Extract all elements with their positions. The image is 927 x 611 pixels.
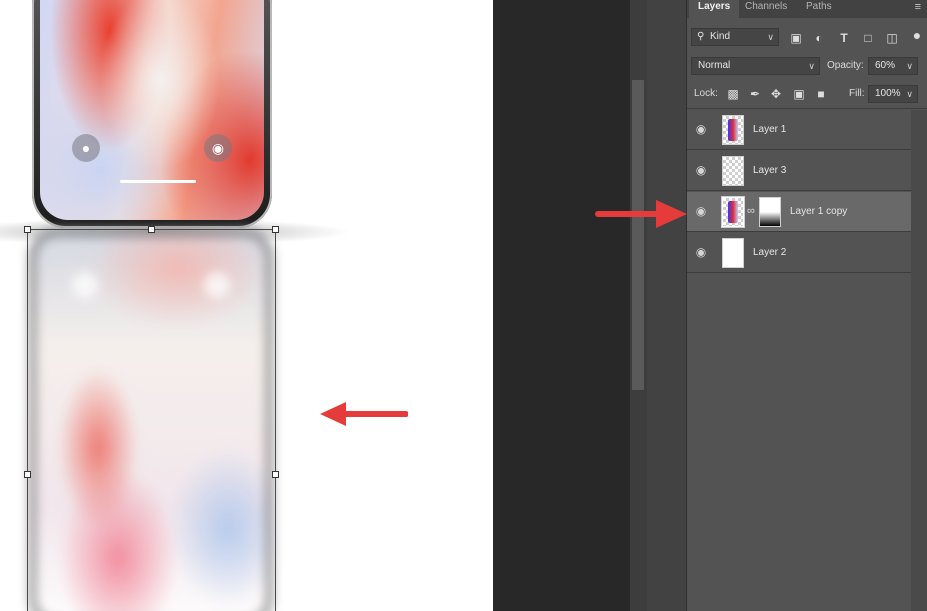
workspace-background <box>493 0 630 611</box>
opacity-label: Opacity: <box>827 60 864 71</box>
canvas-scrollbar-thumb[interactable] <box>632 80 644 390</box>
eye-icon[interactable]: ◉ <box>694 245 708 259</box>
tab-paths[interactable]: Paths <box>797 0 841 18</box>
phone-screen: ● ◉ <box>40 0 264 220</box>
layer-thumbnail <box>721 196 745 228</box>
filter-kind-label: Kind <box>710 31 731 42</box>
adjustment-filter-icon[interactable]: ◐ <box>811 31 827 45</box>
lock-all-icon[interactable]: ■ <box>813 87 829 101</box>
layer-name[interactable]: Layer 1 copy <box>790 204 847 220</box>
eye-icon[interactable]: ◉ <box>694 204 708 218</box>
divider <box>687 108 927 109</box>
fill-label: Fill: <box>849 88 865 99</box>
lock-artboard-icon[interactable]: ▣ <box>791 87 807 101</box>
eye-icon[interactable]: ◉ <box>694 163 708 177</box>
type-filter-icon[interactable]: T <box>836 31 852 45</box>
search-icon: ⚲ <box>697 31 705 42</box>
lock-position-icon[interactable]: ✥ <box>768 87 784 101</box>
layer-row-layer-1-copy[interactable]: ◉ ∞ Layer 1 copy <box>687 192 911 232</box>
transform-handle-top-right[interactable] <box>272 226 279 233</box>
smart-object-filter-icon[interactable]: ◫ <box>884 31 900 45</box>
layer-name[interactable]: Layer 3 <box>753 163 786 179</box>
document-canvas[interactable]: ● ◉ <box>0 0 493 611</box>
chevron-down-icon: ∨ <box>906 61 913 71</box>
panel-tabs: Layers Channels Paths ≡ <box>687 0 927 18</box>
layer-thumbnail <box>722 156 744 186</box>
shape-filter-icon[interactable]: □ <box>860 31 876 45</box>
blend-row: Normal ∨ Opacity: 60% ∨ <box>687 57 927 77</box>
blend-mode-select[interactable]: Normal ∨ <box>691 57 820 75</box>
transform-handle-top-center[interactable] <box>148 226 155 233</box>
layer-name[interactable]: Layer 1 <box>753 122 786 138</box>
chevron-down-icon: ∨ <box>767 32 774 42</box>
hamburger-menu-icon[interactable]: ≡ <box>915 1 921 13</box>
phone-image: ● ◉ <box>32 0 272 228</box>
filter-row: ⚲ Kind ∨ ▣ ◐ T □ ◫ ● <box>687 28 927 48</box>
opacity-value: 60% <box>875 60 896 71</box>
layer-thumbnail <box>722 238 744 268</box>
red-arrow-left-icon <box>320 402 408 426</box>
layer-row-layer-1[interactable]: ◉ Layer 1 <box>687 110 911 150</box>
tab-channels[interactable]: Channels <box>736 0 796 18</box>
fill-field[interactable]: 100% ∨ <box>868 85 918 103</box>
transform-bounding-box[interactable] <box>24 226 279 611</box>
lock-image-icon[interactable]: ✒ <box>747 87 763 101</box>
layer-row-layer-2[interactable]: ◉ Layer 2 <box>687 233 911 273</box>
layers-panel: Layers Channels Paths ≡ ⚲ Kind ∨ ▣ ◐ T □… <box>687 0 927 611</box>
transform-handle-middle-right[interactable] <box>272 471 279 478</box>
image-filter-icon[interactable]: ▣ <box>788 31 804 45</box>
lock-label: Lock: <box>694 88 718 99</box>
opacity-field[interactable]: 60% ∨ <box>868 57 918 75</box>
panel-dock-gap <box>647 0 687 611</box>
transform-handle-middle-left[interactable] <box>24 471 31 478</box>
chevron-down-icon: ∨ <box>808 61 815 71</box>
fill-value: 100% <box>875 88 901 99</box>
tab-layers[interactable]: Layers <box>689 0 740 18</box>
blend-mode-value: Normal <box>698 60 731 71</box>
filter-kind-select[interactable]: ⚲ Kind ∨ <box>691 28 779 46</box>
home-indicator <box>120 180 196 183</box>
chain-link-icon[interactable]: ∞ <box>747 205 755 217</box>
layer-thumbnail <box>722 115 744 145</box>
lock-row: Lock: ▩ ✒ ✥ ▣ ■ Fill: 100% ∨ <box>687 85 927 105</box>
red-arrow-right-icon <box>595 200 687 228</box>
filter-toggle-icon[interactable]: ● <box>909 28 925 42</box>
layer-row-layer-3[interactable]: ◉ Layer 3 <box>687 151 911 191</box>
layer-mask-thumbnail[interactable] <box>759 197 781 227</box>
chevron-down-icon: ∨ <box>906 89 913 99</box>
transform-handle-top-left[interactable] <box>24 226 31 233</box>
flashlight-icon: ● <box>72 134 100 162</box>
layer-name[interactable]: Layer 2 <box>753 245 786 261</box>
camera-icon: ◉ <box>204 134 232 162</box>
lock-transparent-icon[interactable]: ▩ <box>725 87 741 101</box>
eye-icon[interactable]: ◉ <box>694 122 708 136</box>
layers-scrollbar[interactable] <box>911 110 927 611</box>
